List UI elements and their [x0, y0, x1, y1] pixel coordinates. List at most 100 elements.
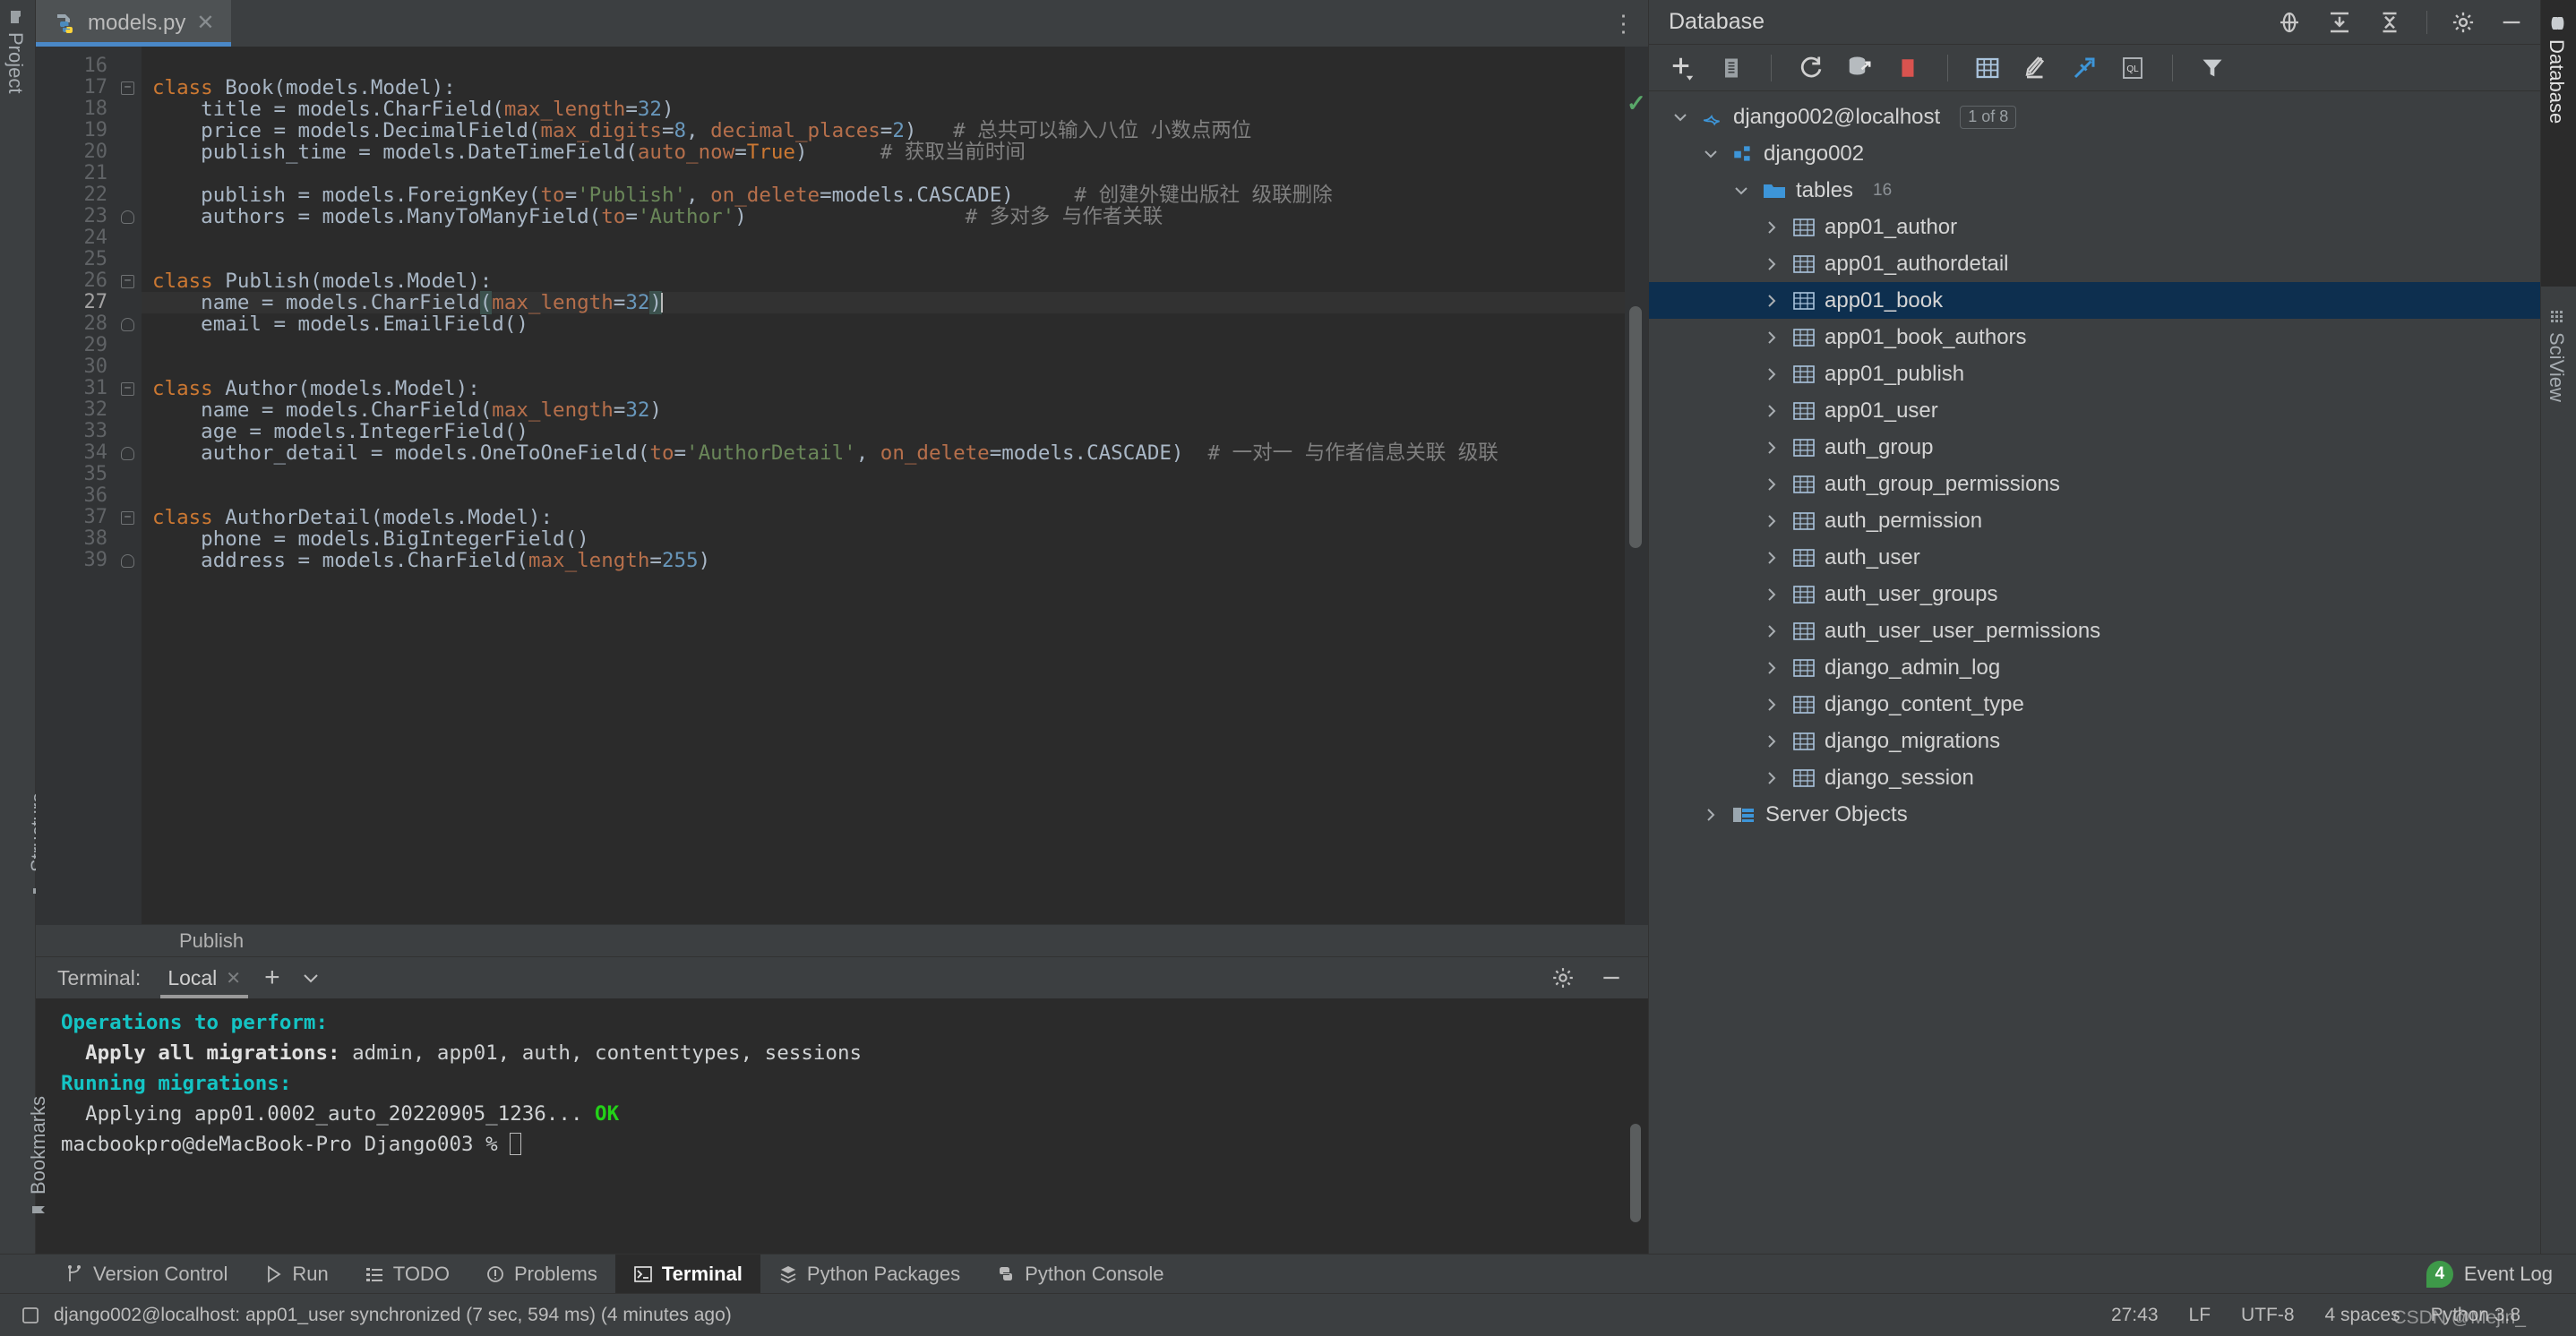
db-tree-item-django002[interactable]: django002 — [1649, 135, 2540, 172]
inspection-strip[interactable]: ✓ — [1625, 47, 1648, 924]
fold-collapse-icon[interactable]: − — [121, 275, 134, 288]
db-tree-item-app01_author[interactable]: app01_author — [1649, 209, 2540, 245]
fold-collapse-icon[interactable]: − — [121, 382, 134, 396]
chevron-right-icon[interactable] — [1760, 512, 1783, 530]
duplicate-icon[interactable] — [1713, 50, 1749, 86]
sidebar-item-database[interactable]: Database — [2545, 14, 2568, 124]
db-tree-item-django_migrations[interactable]: django_migrations — [1649, 723, 2540, 759]
expand-all-icon[interactable] — [2326, 9, 2353, 36]
editor-tab-models-py[interactable]: models.py ✕ — [36, 0, 231, 47]
table-editor-icon[interactable] — [1970, 50, 2005, 86]
chevron-right-icon[interactable] — [1760, 402, 1783, 420]
chevron-right-icon[interactable] — [1760, 586, 1783, 604]
indent-setting[interactable]: 4 spaces — [2325, 1305, 2400, 1326]
close-icon[interactable]: ✕ — [196, 13, 214, 34]
chevron-right-icon[interactable] — [1760, 255, 1783, 273]
code-line[interactable]: address = models.CharField(max_length=25… — [142, 550, 1625, 571]
db-tree-item-auth_user_groups[interactable]: auth_user_groups — [1649, 576, 2540, 612]
chevron-right-icon[interactable] — [1760, 549, 1783, 567]
terminal-output[interactable]: Operations to perform: Apply all migrati… — [36, 998, 1648, 1254]
fold-collapse-icon[interactable]: − — [121, 81, 134, 95]
code-line[interactable]: phone = models.BigIntegerField() — [142, 528, 1625, 550]
code-line[interactable]: price = models.DecimalField(max_digits=8… — [142, 120, 1625, 141]
editor-scrollbar-thumb[interactable] — [1629, 306, 1642, 548]
toolwindow-button-problems[interactable]: Problems — [468, 1255, 615, 1293]
sidebar-item-sciview[interactable]: SciView — [2545, 309, 2568, 402]
chevron-right-icon[interactable] — [1760, 218, 1783, 236]
db-tree-item-app01_book_authors[interactable]: app01_book_authors — [1649, 319, 2540, 355]
minimize-icon[interactable] — [1600, 966, 1623, 989]
code-line[interactable]: author_detail = models.OneToOneField(to=… — [142, 442, 1625, 464]
fold-region-icon[interactable] — [121, 210, 134, 224]
code-line[interactable]: name = models.CharField(max_length=32) — [142, 399, 1625, 421]
code-line[interactable] — [142, 249, 1625, 270]
code-line[interactable]: name = models.CharField(max_length=32) — [142, 291, 1625, 314]
refresh-icon[interactable] — [1793, 50, 1829, 86]
collapse-all-icon[interactable] — [2376, 9, 2403, 36]
code-line[interactable]: class Book(models.Model): — [142, 77, 1625, 98]
chevron-down-icon[interactable] — [1699, 145, 1722, 163]
toolwindow-button-run[interactable]: Run — [245, 1255, 346, 1293]
db-tree-item-django_admin_log[interactable]: django_admin_log — [1649, 649, 2540, 686]
chevron-right-icon[interactable] — [1760, 329, 1783, 347]
minimize-icon[interactable] — [2499, 10, 2524, 35]
chevron-right-icon[interactable] — [1760, 622, 1783, 640]
new-terminal-button[interactable]: + — [248, 964, 296, 991]
chevron-right-icon[interactable] — [1760, 292, 1783, 310]
code-line[interactable] — [142, 485, 1625, 507]
python-interpreter[interactable]: Python 3.8 — [2431, 1305, 2520, 1326]
db-tree-item-django_session[interactable]: django_session — [1649, 759, 2540, 796]
chevron-right-icon[interactable] — [1760, 475, 1783, 493]
stop-icon[interactable] — [1890, 50, 1926, 86]
code-line[interactable]: email = models.EmailField() — [142, 313, 1625, 335]
code-line[interactable] — [142, 356, 1625, 378]
db-tree-item-auth_group[interactable]: auth_group — [1649, 429, 2540, 466]
database-tree[interactable]: django002@localhost 1 of 8 django002 tables… — [1649, 91, 2540, 1254]
db-tree-item-auth_permission[interactable]: auth_permission — [1649, 502, 2540, 539]
gear-icon[interactable] — [1551, 966, 1575, 989]
toolwindow-button-todo[interactable]: TODO — [347, 1255, 468, 1293]
editor-options-kebab-icon[interactable]: ⋮ — [1600, 0, 1648, 47]
chevron-right-icon[interactable] — [1760, 659, 1783, 677]
db-tree-item-app01_authordetail[interactable]: app01_authordetail — [1649, 245, 2540, 282]
console-icon[interactable] — [20, 1305, 41, 1326]
chevron-down-icon[interactable] — [1730, 182, 1753, 200]
gear-icon[interactable] — [2451, 10, 2476, 35]
code-line[interactable] — [142, 56, 1625, 77]
db-tree-item-auth_user_user_permissions[interactable]: auth_user_user_permissions — [1649, 612, 2540, 649]
fold-collapse-icon[interactable]: − — [121, 511, 134, 525]
code-line[interactable] — [142, 227, 1625, 249]
close-icon[interactable]: ✕ — [226, 967, 241, 989]
modify-icon[interactable] — [2018, 50, 2054, 86]
db-tree-item-auth_group_permissions[interactable]: auth_group_permissions — [1649, 466, 2540, 502]
code-line[interactable] — [142, 163, 1625, 184]
chevron-right-icon[interactable] — [1760, 696, 1783, 714]
code-line[interactable]: class Publish(models.Model): — [142, 270, 1625, 292]
event-log-area[interactable]: 4 Event Log — [2426, 1255, 2576, 1293]
toolwindow-button-python-console[interactable]: Python Console — [978, 1255, 1181, 1293]
sidebar-item-project[interactable]: Project — [4, 9, 27, 93]
code-line[interactable]: title = models.CharField(max_length=32) — [142, 98, 1625, 120]
db-tree-item-app01_book[interactable]: app01_book — [1649, 282, 2540, 319]
code-line[interactable] — [142, 464, 1625, 485]
query-console-icon[interactable]: QL — [2115, 50, 2151, 86]
code-line[interactable]: authors = models.ManyToManyField(to='Aut… — [142, 206, 1625, 227]
code-line[interactable]: age = models.IntegerField() — [142, 421, 1625, 442]
chevron-right-icon[interactable] — [1760, 732, 1783, 750]
db-tree-item-auth_user[interactable]: auth_user — [1649, 539, 2540, 576]
fold-region-icon[interactable] — [121, 554, 134, 568]
terminal-scrollbar-thumb[interactable] — [1630, 1124, 1641, 1222]
sync-db-icon[interactable] — [1842, 50, 1877, 86]
chevron-right-icon[interactable] — [1760, 439, 1783, 457]
db-tree-item-server-objects[interactable]: Server Objects — [1649, 796, 2540, 833]
chevron-right-icon[interactable] — [1760, 769, 1783, 787]
breadcrumb[interactable]: Publish — [36, 924, 1648, 956]
line-separator[interactable]: LF — [2189, 1305, 2211, 1326]
editor-code-area[interactable]: class Book(models.Model): title = models… — [142, 47, 1625, 924]
file-encoding[interactable]: UTF-8 — [2241, 1305, 2295, 1326]
terminal-tab-local[interactable]: Local ✕ — [160, 957, 248, 998]
chevron-down-icon[interactable] — [296, 967, 325, 989]
code-line[interactable]: class AuthorDetail(models.Model): — [142, 507, 1625, 528]
filter-icon[interactable] — [2194, 50, 2230, 86]
db-tree-item-django_content_type[interactable]: django_content_type — [1649, 686, 2540, 723]
